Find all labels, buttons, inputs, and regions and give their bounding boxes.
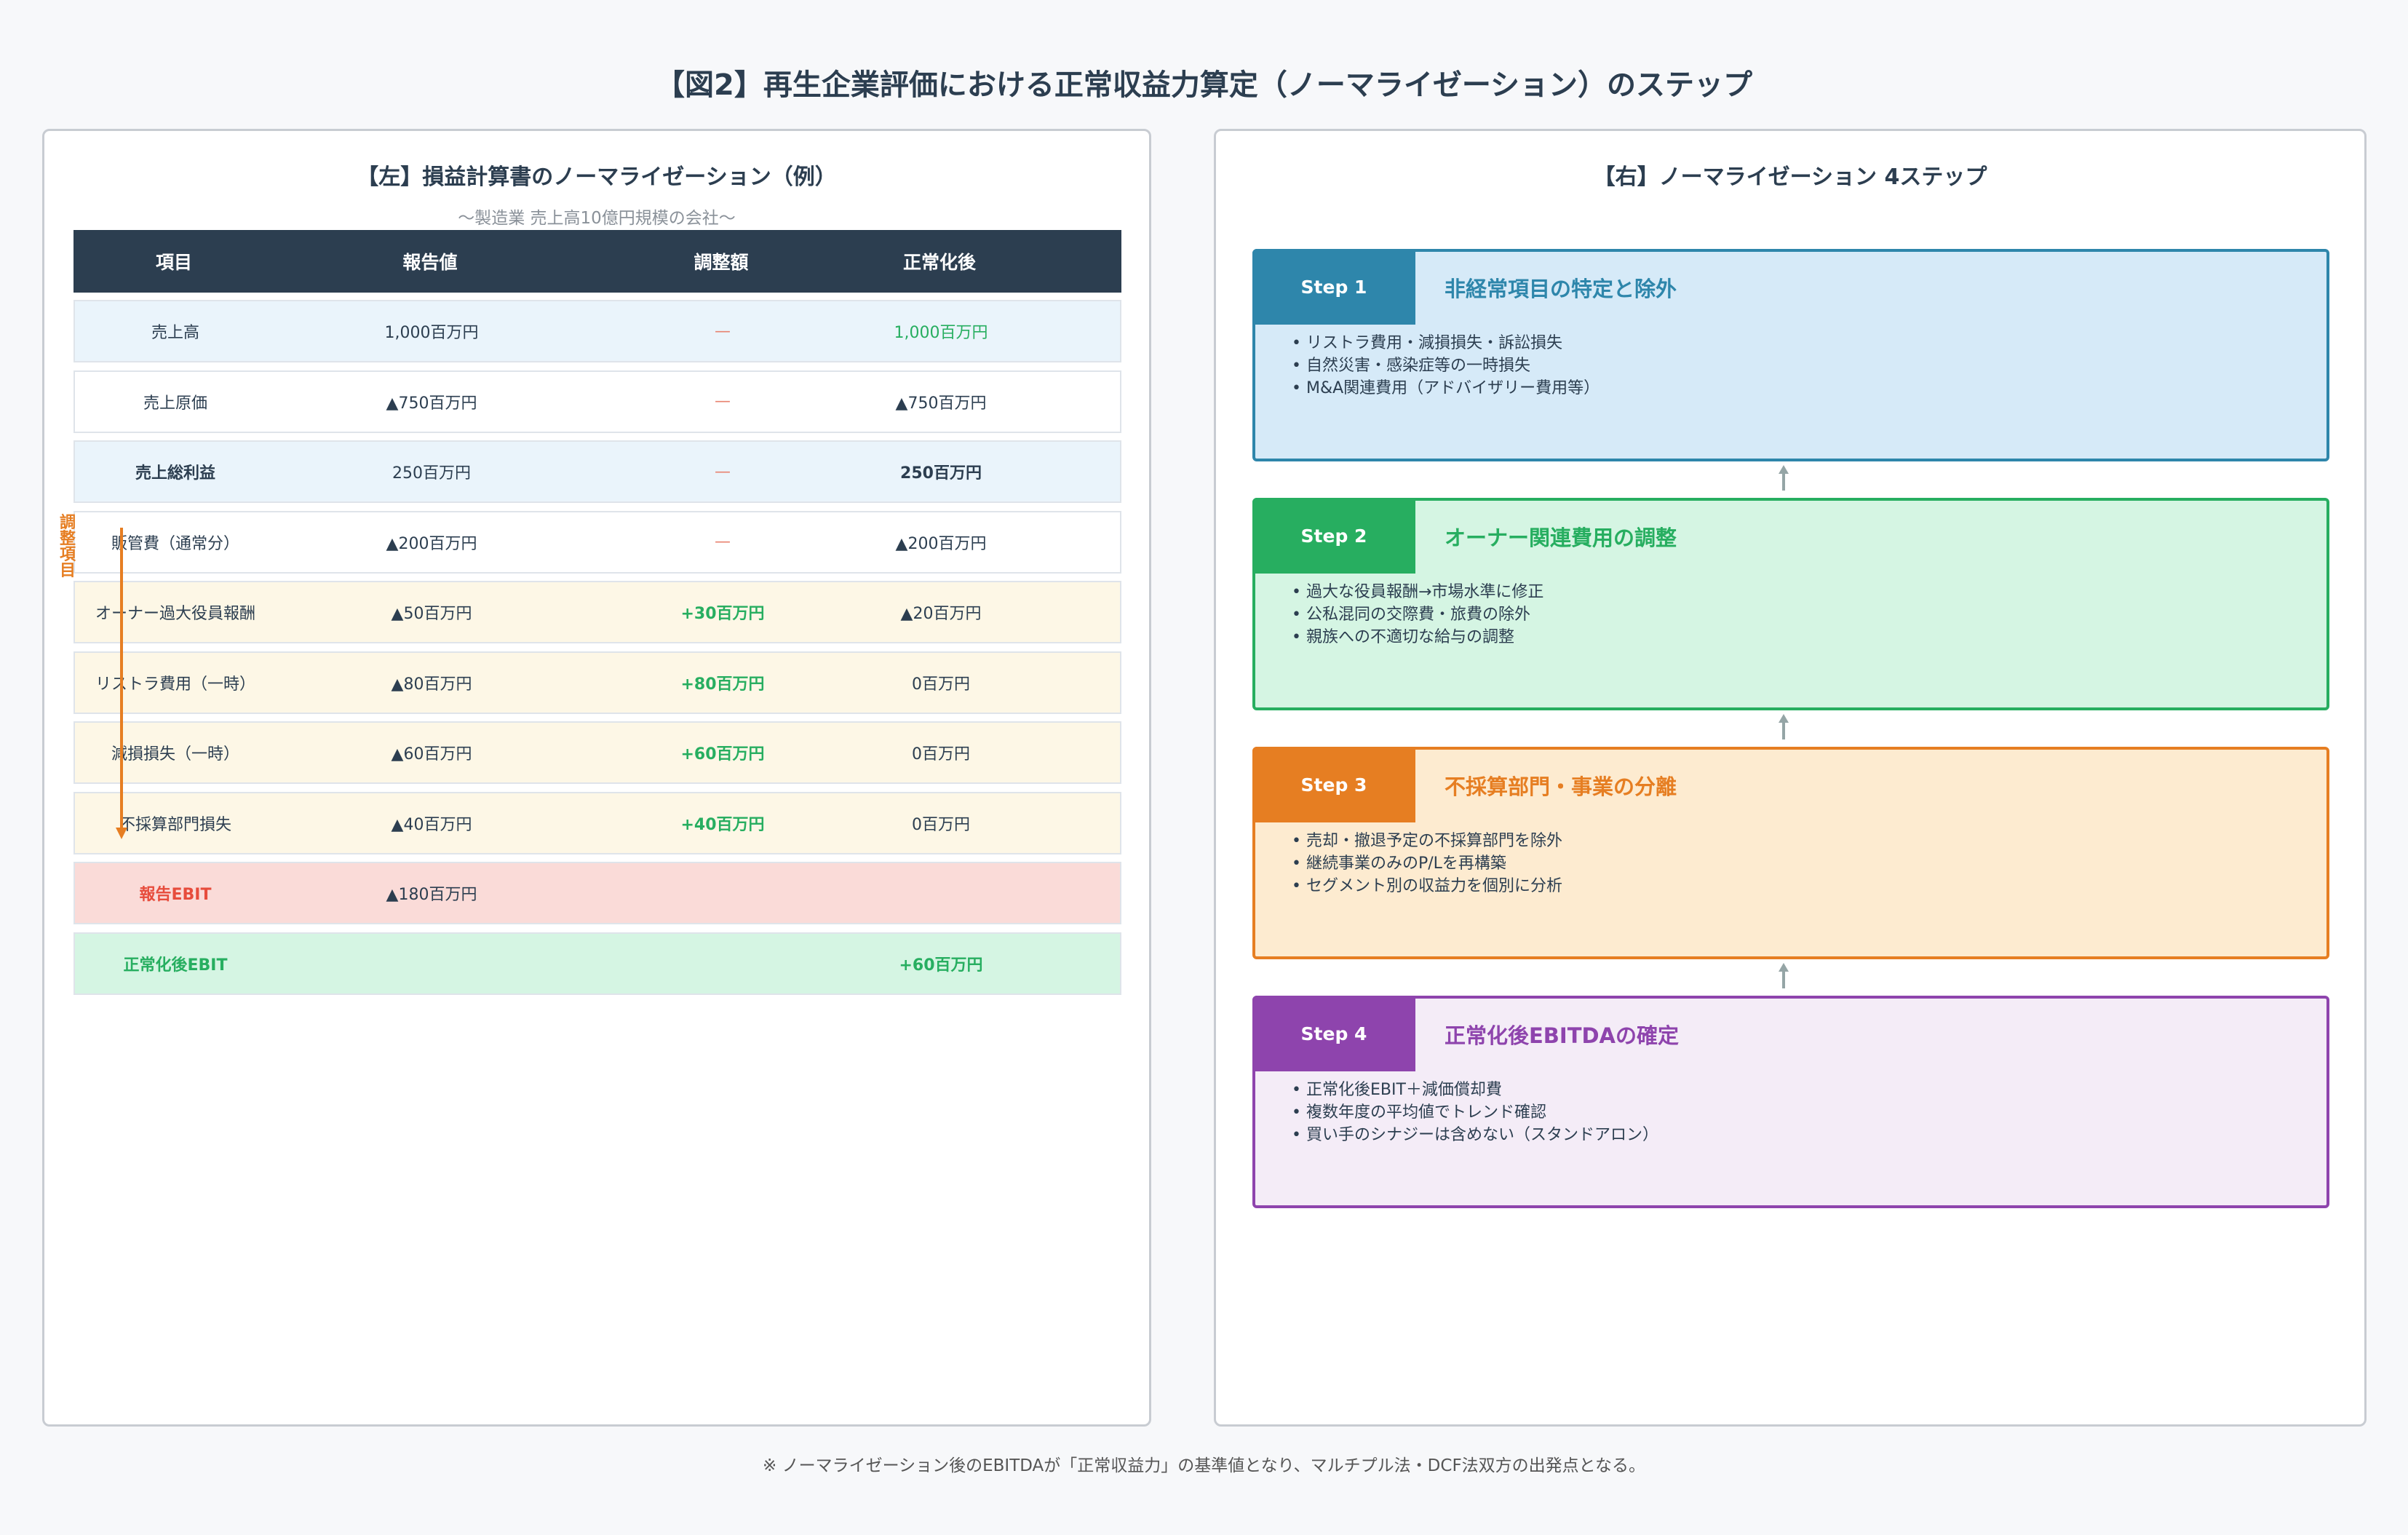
row-item: 販管費（通常分） (111, 534, 239, 553)
step-bullet-list: 過大な役員報酬→市場水準に修正公私混同の交際費・旅費の除外親族への不適切な給与の… (1292, 581, 1543, 648)
table-row: 減損損失（一時） ▲60百万円 +60百万円 0百万円 (73, 721, 1121, 784)
row-item: 売上原価 (143, 394, 207, 413)
step-label: Step 4 (1252, 996, 1415, 1071)
row-reported: ▲50百万円 (391, 605, 472, 623)
row-reported: ▲60百万円 (391, 745, 472, 763)
adjustment-arrow-icon (116, 528, 127, 839)
step-bullet: 買い手のシナジーは含めない（スタンドアロン） (1292, 1124, 1658, 1146)
row-item: 報告EBIT (139, 886, 212, 904)
row-normalized: ▲750百万円 (895, 394, 987, 413)
step-bullet-list: 正常化後EBIT＋減価償却費複数年度の平均値でトレンド確認買い手のシナジーは含め… (1292, 1079, 1658, 1146)
row-adjustment (650, 934, 795, 993)
step-bullet-list: リストラ費用・減損損失・訴訟損失自然災害・感染症等の一時損失M&A関連費用（アド… (1292, 332, 1600, 400)
header-adjustment: 調整額 (694, 252, 749, 273)
step-title: 不採算部門・事業の分離 (1445, 774, 1677, 799)
step-bullet-list: 売却・撤退予定の不採算部門を除外継続事業のみのP/Lを再構築セグメント別の収益力… (1292, 830, 1562, 897)
row-reported: ▲180百万円 (386, 886, 477, 904)
table-header: 項目 報告値 調整額 正常化後 (73, 230, 1121, 293)
step-connector-arrow-icon (1779, 714, 1789, 739)
adjustment-side-label: 調整項目 (59, 514, 76, 580)
income-statement-panel: 【左】損益計算書のノーマライゼーション（例） 〜製造業 売上高10億円規模の会社… (42, 129, 1151, 1427)
row-reported: ▲80百万円 (391, 675, 472, 694)
step-title: 正常化後EBITDAの確定 (1445, 1023, 1680, 1048)
step-bullet: 自然災害・感染症等の一時損失 (1292, 354, 1600, 377)
step-label: Step 1 (1252, 249, 1415, 325)
row-normalized: +60百万円 (899, 956, 983, 975)
row-normalized: ▲20百万円 (900, 605, 982, 623)
table-row: 報告EBIT ▲180百万円 (73, 862, 1121, 924)
table-row: 売上原価 ▲750百万円 — ▲750百万円 (73, 370, 1121, 433)
figure-title: 【図2】再生企業評価における正常収益力算定（ノーマライゼーション）のステップ (655, 68, 1753, 102)
row-normalized: 0百万円 (912, 815, 970, 834)
row-adjustment: +30百万円 (680, 605, 765, 623)
row-item: 正常化後EBIT (123, 956, 228, 975)
step-connector-arrow-icon (1779, 963, 1789, 988)
table-row: 販管費（通常分） ▲200百万円 — ▲200百万円 (73, 510, 1121, 574)
table-row: 売上総利益 250百万円 — 250百万円 (73, 440, 1121, 503)
row-normalized: ▲200百万円 (895, 534, 987, 553)
step-bullet: 公私混同の交際費・旅費の除外 (1292, 603, 1543, 626)
row-item: 減損損失（一時） (111, 745, 239, 763)
table-row: オーナー過大役員報酬 ▲50百万円 +30百万円 ▲20百万円 (73, 581, 1121, 643)
step-bullet: 親族への不適切な給与の調整 (1292, 626, 1543, 648)
table-row: 不採算部門損失 ▲40百万円 +40百万円 0百万円 (73, 791, 1121, 854)
row-item: オーナー過大役員報酬 (95, 605, 255, 623)
row-adjustment: — (715, 462, 731, 481)
step-card: Step 2 オーナー関連費用の調整過大な役員報酬→市場水準に修正公私混同の交際費… (1252, 498, 2329, 710)
row-adjustment (650, 863, 795, 923)
row-reported: 250百万円 (392, 464, 471, 483)
step-bullet: 売却・撤退予定の不採算部門を除外 (1292, 830, 1562, 852)
step-title: 非経常項目の特定と除外 (1445, 277, 1677, 301)
row-item: 不採算部門損失 (119, 815, 231, 834)
row-item: リストラ費用（一時） (95, 675, 255, 694)
table-row: 売上高 1,000百万円 — 1,000百万円 (73, 300, 1121, 362)
step-label: Step 3 (1252, 747, 1415, 822)
step-bullet: 複数年度の平均値でトレンド確認 (1292, 1101, 1658, 1124)
row-normalized: 0百万円 (912, 675, 970, 694)
left-panel-subtitle: 〜製造業 売上高10億円規模の会社〜 (458, 209, 736, 228)
row-reported: ▲750百万円 (386, 394, 477, 413)
row-item: 売上高 (151, 324, 199, 342)
step-bullet: 正常化後EBIT＋減価償却費 (1292, 1079, 1658, 1101)
steps-panel: 【右】ノーマライゼーション 4ステップ Step 1 非経常項目の特定と除外リスト… (1214, 129, 2367, 1427)
left-panel-title: 【左】損益計算書のノーマライゼーション（例） (357, 164, 837, 190)
row-adjustment: — (715, 322, 731, 341)
row-reported (359, 934, 504, 993)
step-bullet: セグメント別の収益力を個別に分析 (1292, 875, 1562, 897)
right-panel-title: 【右】ノーマライゼーション 4ステップ (1593, 164, 1987, 190)
header-normalized: 正常化後 (902, 252, 976, 273)
row-normalized (868, 863, 1014, 923)
row-normalized: 1,000百万円 (894, 324, 988, 342)
step-title: オーナー関連費用の調整 (1445, 525, 1677, 550)
row-reported: ▲200百万円 (386, 534, 477, 553)
header-item: 項目 (155, 252, 192, 273)
row-normalized: 250百万円 (900, 464, 982, 483)
step-label: Step 2 (1252, 498, 1415, 574)
row-adjustment: — (715, 533, 731, 551)
step-connector-arrow-icon (1779, 465, 1789, 491)
step-bullet: リストラ費用・減損損失・訴訟損失 (1292, 332, 1600, 354)
step-card: Step 4 正常化後EBITDAの確定正常化後EBIT＋減価償却費複数年度の平均… (1252, 996, 2329, 1208)
step-bullet: M&A関連費用（アドバイザリー費用等） (1292, 377, 1600, 400)
row-item: 売上総利益 (135, 464, 215, 483)
step-bullet: 過大な役員報酬→市場水準に修正 (1292, 581, 1543, 603)
table-row: リストラ費用（一時） ▲80百万円 +80百万円 0百万円 (73, 651, 1121, 714)
footnote: ※ ノーマライゼーション後のEBITDAが「正常収益力」の基準値となり、マルチプ… (762, 1456, 1645, 1475)
row-adjustment: +80百万円 (680, 675, 765, 694)
row-reported: ▲40百万円 (391, 815, 472, 834)
row-reported: 1,000百万円 (384, 324, 479, 342)
header-reported: 報告値 (402, 252, 458, 273)
step-card: Step 3 不採算部門・事業の分離売却・撤退予定の不採算部門を除外継続事業のみの… (1252, 747, 2329, 959)
step-bullet: 継続事業のみのP/Lを再構築 (1292, 852, 1562, 875)
row-adjustment: +60百万円 (680, 745, 765, 763)
step-card: Step 1 非経常項目の特定と除外リストラ費用・減損損失・訴訟損失自然災害・感染… (1252, 249, 2329, 461)
table-row: 正常化後EBIT +60百万円 (73, 932, 1121, 995)
row-adjustment: +40百万円 (680, 815, 765, 834)
row-normalized: 0百万円 (912, 745, 970, 763)
row-adjustment: — (715, 392, 731, 410)
